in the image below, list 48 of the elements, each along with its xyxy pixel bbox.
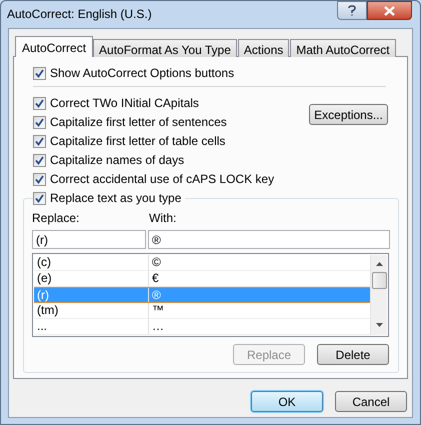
dialog-button[interactable]: Cancel [335, 391, 407, 412]
tab[interactable]: AutoCorrect [15, 36, 94, 57]
scroll-up-icon[interactable] [376, 262, 382, 266]
checkbox[interactable] [33, 116, 46, 128]
with-label: With: [149, 210, 176, 227]
close-icon [384, 6, 395, 16]
option-label: Correct TWo INitial CApitals [50, 95, 199, 112]
with-cell-text: ™ [151, 303, 164, 318]
scrollbar[interactable] [370, 255, 387, 335]
tab[interactable]: Math AutoCorrect [290, 39, 396, 57]
replace-input-field[interactable]: (r) [32, 230, 146, 249]
checkbox[interactable] [33, 154, 46, 166]
replace-cell: (r) [34, 288, 149, 302]
checkbox[interactable] [33, 172, 46, 186]
checkbox[interactable] [33, 66, 46, 80]
scrollbar-thumb[interactable] [372, 272, 386, 289]
list-row[interactable]: ... … [34, 319, 370, 335]
option-label: Capitalize first letter of sentences [50, 114, 227, 131]
window-title: AutoCorrect: English (U.S.) [7, 6, 152, 23]
list-action-button[interactable]: Delete [317, 344, 389, 365]
replace-cell: (e) [34, 271, 149, 286]
replace-cell: (c) [34, 255, 149, 270]
with-cell-text: ® [151, 288, 161, 302]
tab[interactable]: Actions [238, 39, 290, 57]
list-row[interactable]: (c) © [34, 255, 370, 271]
checkbox[interactable] [33, 134, 46, 148]
option-label: Replace text as you type [50, 190, 182, 207]
help-button[interactable] [337, 1, 367, 20]
help-icon [348, 5, 356, 16]
option-label: Correct accidental use of cAPS LOCK key [50, 171, 274, 188]
with-input-field[interactable]: ® [148, 230, 390, 249]
with-cell-text: € [151, 271, 159, 286]
replace-cell: ... [34, 319, 149, 334]
option-label: Capitalize first letter of table cells [50, 133, 226, 150]
dialog-button[interactable]: OK [251, 391, 323, 412]
tab[interactable]: AutoFormat As You Type [93, 39, 237, 57]
scroll-down-icon[interactable] [376, 323, 382, 327]
option-label: Capitalize names of days [50, 152, 184, 169]
replace-cell: (tm) [34, 303, 149, 318]
with-cell-text: © [151, 255, 161, 270]
checkbox[interactable] [33, 96, 46, 110]
replace-label: Replace: [32, 210, 80, 227]
checkbox[interactable] [33, 192, 46, 204]
exceptions-button[interactable]: Exceptions... [309, 104, 388, 125]
list-row[interactable]: (tm) ™ [34, 303, 370, 319]
close-button[interactable] [367, 1, 412, 20]
option-label: Show AutoCorrect Options buttons [50, 65, 234, 82]
with-cell-text: … [151, 319, 164, 334]
